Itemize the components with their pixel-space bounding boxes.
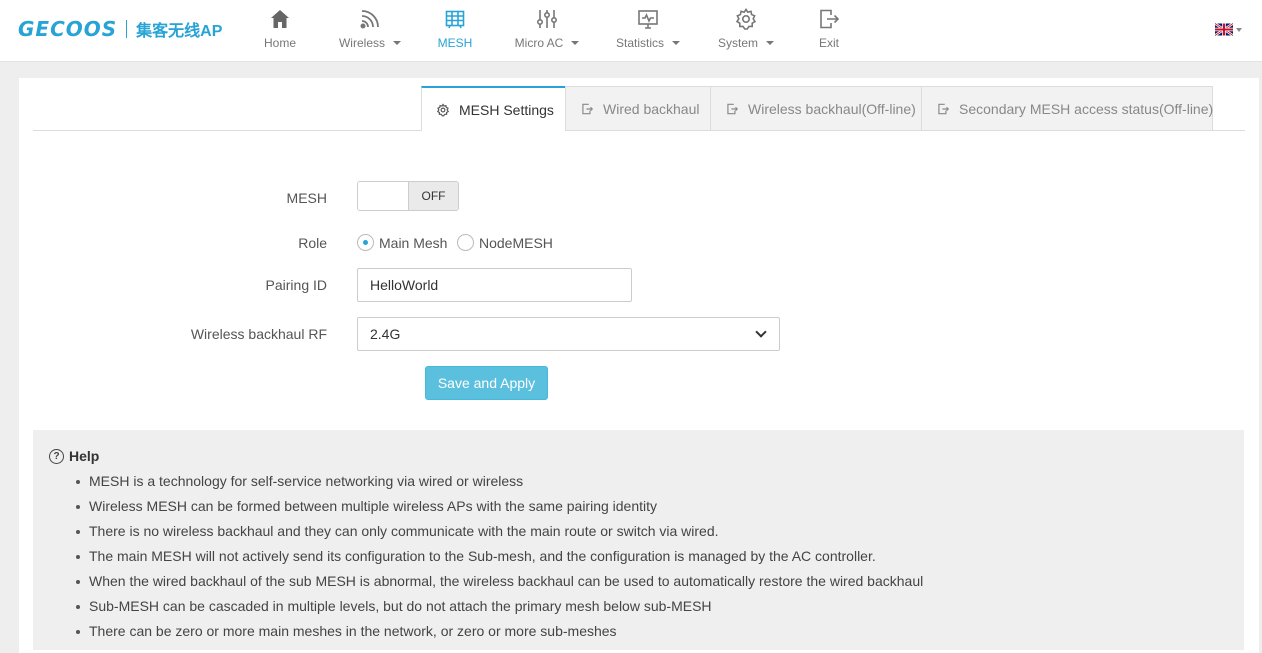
nav-exit-label: Exit <box>818 36 839 50</box>
mesh-label: MESH <box>286 190 327 206</box>
save-and-apply-button[interactable]: Save and Apply <box>425 366 548 400</box>
tab-wired-backhaul-label: Wired backhaul <box>603 100 700 117</box>
help-item: There is no wireless backhaul and they c… <box>74 519 1244 544</box>
wireless-backhaul-rf-label: Wireless backhaul RF <box>190 326 327 342</box>
tab-wired-backhaul[interactable]: Wired backhaul <box>565 86 711 130</box>
nav-home[interactable]: Home <box>264 0 296 62</box>
home-icon <box>267 6 293 32</box>
role-radio-main-mesh[interactable]: Main Mesh <box>357 234 447 251</box>
nav-system-label: System <box>717 36 758 50</box>
help-item: When the wired backhaul of the sub MESH … <box>74 569 1244 594</box>
role-radio-node-mesh[interactable]: NodeMESH <box>457 234 553 251</box>
export-icon <box>936 102 950 116</box>
uk-flag-icon[interactable] <box>1215 23 1233 36</box>
role-node-mesh-label: NodeMESH <box>479 234 553 251</box>
nav-micro-ac-label: Micro AC <box>514 36 564 50</box>
brand-separator <box>126 20 128 38</box>
tab-secondary-mesh-status-label: Secondary MESH access status(Off-line) <box>959 100 1214 117</box>
brand-subtitle: 集客无线AP <box>136 23 223 40</box>
pairing-id-input[interactable] <box>357 268 632 302</box>
wireless-backhaul-rf-select[interactable]: 2.4G <box>357 317 780 351</box>
nav-wireless[interactable]: Wireless <box>336 0 404 62</box>
nav-mesh[interactable]: MESH <box>435 0 475 62</box>
mesh-toggle-knob <box>358 182 408 210</box>
sliders-icon <box>534 6 560 32</box>
tab-wireless-backhaul[interactable]: Wireless backhaul(Off-line) <box>710 86 922 130</box>
chevron-down-icon <box>755 325 767 338</box>
mesh-toggle[interactable]: OFF <box>357 181 459 211</box>
help-title: Help <box>69 448 100 464</box>
monitor-icon <box>635 6 661 32</box>
nav-micro-ac[interactable]: Micro AC <box>512 0 582 62</box>
nav-exit[interactable]: Exit <box>815 0 843 62</box>
chevron-down-icon <box>766 41 774 45</box>
chevron-down-icon <box>393 41 401 45</box>
brand-logo[interactable]: GECOOS 集客无线AP <box>18 17 222 41</box>
content-panel: MESH Settings Wired backhaul Wireless ba… <box>19 78 1259 653</box>
mesh-toggle-state: OFF <box>408 182 458 210</box>
help-item: Sub-MESH can be cascaded in multiple lev… <box>74 594 1244 619</box>
radio-unchecked-icon <box>457 234 474 251</box>
tab-mesh-settings[interactable]: MESH Settings <box>421 86 566 131</box>
nav-mesh-label: MESH <box>437 36 473 50</box>
help-item: There can be zero or more main meshes in… <box>74 619 1244 644</box>
help-item: The main MESH will not actively send its… <box>74 544 1244 569</box>
chevron-down-icon <box>571 41 580 45</box>
language-dropdown-caret[interactable] <box>1236 28 1242 32</box>
tab-wireless-backhaul-label: Wireless backhaul(Off-line) <box>748 100 916 117</box>
nav-statistics[interactable]: Statistics <box>614 0 682 62</box>
pairing-id-label: Pairing ID <box>265 277 327 293</box>
tab-secondary-mesh-status[interactable]: Secondary MESH access status(Off-line) <box>921 86 1213 130</box>
help-list: MESH is a technology for self-service ne… <box>49 469 1244 644</box>
gear-icon <box>436 102 450 117</box>
gear-icon <box>733 6 759 32</box>
nav-system[interactable]: System <box>716 0 776 62</box>
exit-icon <box>816 6 842 32</box>
help-header: ? Help <box>49 448 1244 464</box>
chevron-down-icon <box>672 41 680 45</box>
nav-statistics-label: Statistics <box>615 36 664 50</box>
question-circle-icon: ? <box>49 448 64 464</box>
radio-checked-icon <box>357 234 374 251</box>
wifi-icon <box>357 6 383 32</box>
nav-home-label: Home <box>264 36 297 50</box>
export-icon <box>580 102 594 116</box>
tabs-divider <box>33 130 1245 131</box>
mesh-icon <box>442 6 468 32</box>
brand-logo-text: GECOOS <box>18 17 118 41</box>
help-section: ? Help MESH is a technology for self-ser… <box>33 430 1244 650</box>
tab-mesh-settings-label: MESH Settings <box>459 101 554 118</box>
top-header: GECOOS 集客无线AP Home Wireless MESH Micro A… <box>0 0 1262 62</box>
help-item: MESH is a technology for self-service ne… <box>74 469 1244 494</box>
role-label: Role <box>298 235 327 251</box>
nav-wireless-label: Wireless <box>338 36 385 50</box>
wireless-backhaul-rf-value: 2.4G <box>370 326 401 342</box>
export-icon <box>725 102 739 116</box>
role-main-mesh-label: Main Mesh <box>379 234 448 251</box>
help-item: Wireless MESH can be formed between mult… <box>74 494 1244 519</box>
